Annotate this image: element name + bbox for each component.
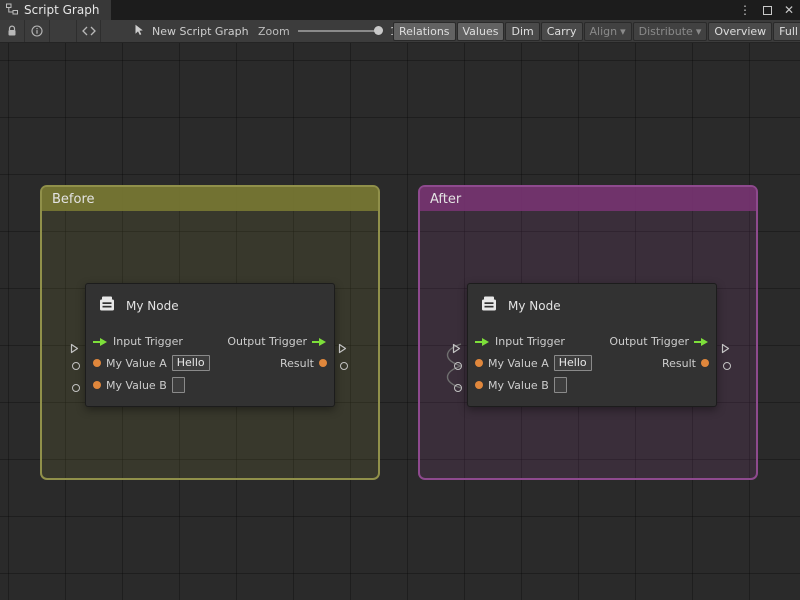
group-after-header[interactable]: After (420, 187, 756, 211)
tab-script-graph[interactable]: Script Graph (0, 0, 111, 20)
port-label: Input Trigger (113, 335, 183, 348)
node-header[interactable]: My Node (468, 284, 716, 328)
port-label: Output Trigger (609, 335, 689, 348)
close-icon[interactable]: ✕ (784, 3, 794, 17)
value-input-port-icon[interactable] (93, 359, 101, 367)
graph-flow-port[interactable] (452, 339, 461, 350)
tab-title: Script Graph (24, 3, 99, 17)
node-my-node-before[interactable]: My Node Input Trigger Output Trigger (85, 283, 335, 407)
graph-value-port[interactable] (723, 362, 731, 370)
port-label: My Value B (488, 379, 549, 392)
port-label: My Value A (106, 357, 167, 370)
window-controls: ⋮ ✕ (739, 0, 794, 20)
distribute-dropdown[interactable]: Distribute ▾ (633, 22, 708, 41)
value-a-input[interactable]: Hello (554, 355, 592, 371)
graph-value-port[interactable] (72, 384, 80, 392)
graph-canvas[interactable]: Before After (0, 43, 800, 600)
graph-name-area: New Script Graph (133, 20, 249, 42)
value-input-port-icon[interactable] (93, 381, 101, 389)
value-b-input[interactable] (172, 377, 185, 393)
value-output-port-icon[interactable] (319, 359, 327, 367)
carry-button[interactable]: Carry (541, 22, 583, 41)
graph-value-port[interactable] (72, 362, 80, 370)
zoom-label: Zoom (258, 25, 290, 38)
group-label: Before (52, 192, 95, 207)
port-label: Result (280, 357, 314, 370)
info-icon (31, 25, 43, 37)
zoom-slider[interactable] (298, 30, 382, 32)
graph-value-port[interactable] (454, 384, 462, 392)
code-icon (82, 26, 96, 36)
fullscreen-button[interactable]: Full Scr (773, 22, 800, 41)
value-input-port-icon[interactable] (475, 359, 483, 367)
node-icon (97, 294, 117, 318)
graph-value-port[interactable] (340, 362, 348, 370)
info-button[interactable] (25, 20, 50, 42)
flow-input-port-icon[interactable] (475, 332, 490, 351)
graph-name-label: New Script Graph (152, 25, 249, 38)
values-button[interactable]: Values (457, 22, 505, 41)
graph-value-port[interactable] (454, 362, 462, 370)
align-dropdown[interactable]: Align ▾ (584, 22, 632, 41)
port-label: Input Trigger (495, 335, 565, 348)
flow-output-port-icon[interactable] (694, 332, 709, 351)
maximize-icon[interactable] (763, 6, 772, 15)
node-icon (479, 294, 499, 318)
value-a-input[interactable]: Hello (172, 355, 210, 371)
group-before-header[interactable]: Before (42, 187, 378, 211)
titlebar: Script Graph ⋮ ✕ (0, 0, 800, 20)
chevron-down-icon: ▾ (620, 25, 626, 38)
script-graph-icon (6, 3, 18, 18)
flow-output-port-icon[interactable] (312, 332, 327, 351)
port-label: My Value A (488, 357, 549, 370)
lock-icon (7, 25, 17, 37)
node-header[interactable]: My Node (86, 284, 334, 328)
dim-button[interactable]: Dim (505, 22, 539, 41)
port-label: My Value B (106, 379, 167, 392)
port-label: Output Trigger (227, 335, 307, 348)
view-code-button[interactable] (76, 20, 101, 42)
group-label: After (430, 192, 461, 207)
script-graph-window: Script Graph ⋮ ✕ (0, 0, 800, 600)
flow-input-port-icon[interactable] (93, 332, 108, 351)
graph-flow-port[interactable] (70, 339, 79, 350)
port-label: Result (662, 357, 696, 370)
node-ports: Input Trigger Output Trigger My Value A … (86, 328, 334, 406)
graph-flow-port[interactable] (338, 339, 347, 350)
kebab-menu-icon[interactable]: ⋮ (739, 3, 751, 17)
value-input-port-icon[interactable] (475, 381, 483, 389)
zoom-control: Zoom 1x (258, 20, 403, 42)
toolbar-left-tools (0, 20, 101, 42)
node-title: My Node (126, 299, 179, 313)
chevron-down-icon: ▾ (696, 25, 702, 38)
toolbar: New Script Graph Zoom 1x Relations Value… (0, 20, 800, 43)
value-b-input[interactable] (554, 377, 567, 393)
value-output-port-icon[interactable] (701, 359, 709, 367)
relations-button[interactable]: Relations (393, 22, 456, 41)
node-ports: Input Trigger Output Trigger My Value A … (468, 328, 716, 406)
node-my-node-after[interactable]: My Node Input Trigger Output Trigger (467, 283, 717, 407)
lock-button[interactable] (0, 20, 25, 42)
graph-flow-port[interactable] (721, 339, 730, 350)
toolbar-buttons: Relations Values Dim Carry Align ▾ Distr… (393, 22, 800, 41)
node-title: My Node (508, 299, 561, 313)
cursor-pointer-icon (133, 24, 145, 39)
overview-button[interactable]: Overview (708, 22, 772, 41)
zoom-slider-handle[interactable] (374, 26, 383, 35)
